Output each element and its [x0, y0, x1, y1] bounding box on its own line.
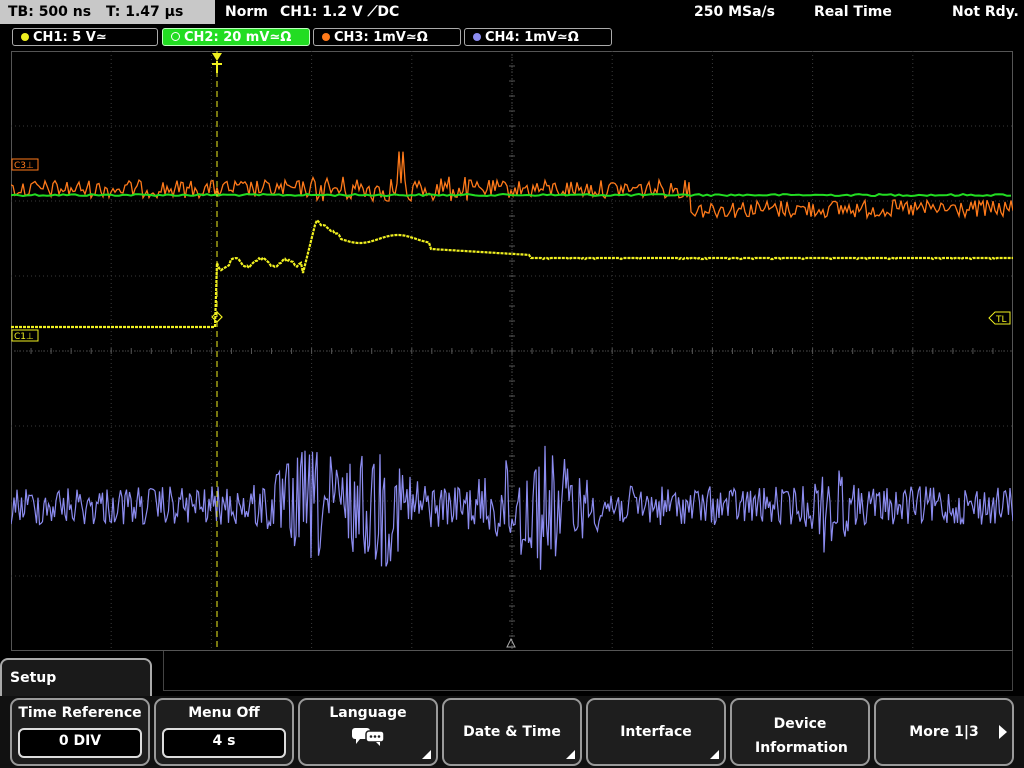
timebase-box[interactable]: TB: 500 ns T: 1.47 µs — [0, 0, 215, 24]
speech-bubble-icon — [352, 728, 385, 746]
language-label: Language — [329, 705, 407, 721]
time-axis-strip — [163, 651, 1013, 691]
ch3-color-icon — [322, 33, 330, 41]
date-time-softkey[interactable]: Date & Time — [442, 698, 582, 766]
time-reference-marker-icon — [506, 637, 516, 648]
menu-off-softkey[interactable]: Menu Off 4 s — [154, 698, 294, 766]
trigger-time-value: T: 1.47 µs — [105, 4, 184, 20]
trigger-setting[interactable]: CH1: 1.2 V ⟋DC — [280, 0, 399, 24]
more-softkey[interactable]: More 1|3 — [874, 698, 1014, 766]
more-label: More 1|3 — [909, 724, 979, 740]
acquisition-mode: Real Time — [814, 4, 892, 20]
setup-menu-title: Setup — [0, 658, 152, 698]
setup-title-label: Setup — [10, 670, 57, 686]
channel-tab-ch1[interactable]: CH1: 5 V≃ — [12, 28, 158, 46]
menu-off-label: Menu Off — [188, 705, 260, 721]
device-information-label: Device Information — [755, 716, 848, 756]
sample-rate: 250 MSa/s — [694, 4, 776, 20]
time-reference-label: Time Reference — [18, 705, 142, 721]
ch3-label: CH3: 1mV≃Ω — [334, 30, 428, 45]
ch1-offset-label: C1⊥ — [14, 332, 34, 342]
ch2-label: CH2: 20 mV≃Ω — [184, 30, 292, 45]
interface-softkey[interactable]: Interface — [586, 698, 726, 766]
ch3-offset-marker[interactable]: C3⊥ — [11, 158, 39, 171]
ch1-label: CH1: 5 V≃ — [33, 30, 107, 45]
ch1-color-icon — [21, 33, 29, 41]
ch4-color-icon — [473, 33, 481, 41]
trigger-position-marker-icon[interactable] — [212, 53, 222, 73]
ch2-color-icon — [171, 32, 180, 41]
time-reference-value: 0 DIV — [18, 728, 142, 758]
time-reference-softkey[interactable]: Time Reference 0 DIV — [10, 698, 150, 766]
timebase-value: TB: 500 ns — [8, 4, 92, 20]
language-softkey[interactable]: Language — [298, 698, 438, 766]
ch2-trace — [11, 192, 1012, 198]
trigger-mode[interactable]: Norm — [225, 0, 268, 24]
acquisition-state: Not Rdy. — [952, 4, 1019, 20]
ch1-offset-marker[interactable]: C1⊥ — [11, 329, 39, 342]
submenu-corner-icon — [566, 750, 575, 759]
waveform-canvas: C3⊥ C1⊥ TL — [11, 51, 1013, 651]
channel-tab-ch4[interactable]: CH4: 1mV≃Ω — [464, 28, 612, 46]
channel-tab-ch3[interactable]: CH3: 1mV≃Ω — [313, 28, 461, 46]
ch3-offset-label: C3⊥ — [14, 161, 34, 171]
ch4-label: CH4: 1mV≃Ω — [485, 30, 579, 45]
menu-off-value: 4 s — [162, 728, 286, 758]
trigger-level-marker[interactable]: TL — [988, 311, 1011, 325]
status-bar: TB: 500 ns T: 1.47 µs Norm CH1: 1.2 V ⟋D… — [0, 0, 1024, 25]
submenu-corner-icon — [422, 750, 431, 759]
device-information-softkey[interactable]: Device Information — [730, 698, 870, 766]
submenu-corner-icon — [710, 750, 719, 759]
next-page-arrow-icon — [999, 725, 1007, 739]
graticule — [11, 51, 1013, 651]
interface-label: Interface — [620, 724, 692, 740]
date-time-label: Date & Time — [463, 724, 561, 740]
trigger-level-label: TL — [995, 315, 1007, 325]
channel-tab-ch2[interactable]: CH2: 20 mV≃Ω — [162, 28, 310, 46]
